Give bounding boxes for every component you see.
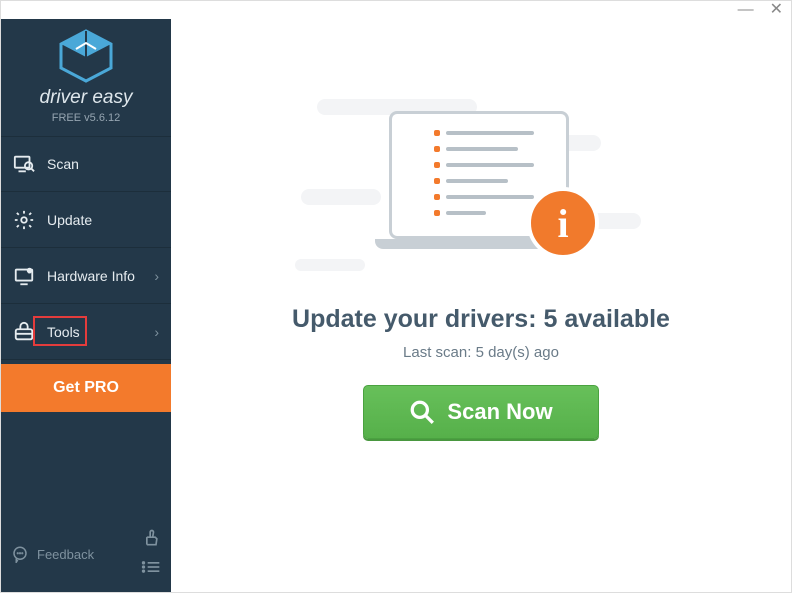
toolbox-icon: [13, 321, 35, 343]
logo-area: driver easy FREE v5.6.12: [1, 19, 171, 136]
speech-bubble-icon: [11, 545, 29, 563]
sidebar: driver easy FREE v5.6.12 Scan: [1, 19, 171, 592]
thumbs-up-icon[interactable]: [141, 528, 161, 553]
get-pro-button[interactable]: Get PRO: [1, 364, 171, 412]
main-content: i Update your drivers: 5 available Last …: [171, 19, 791, 592]
sidebar-nav: Scan Update i Hardware: [1, 136, 171, 412]
sidebar-item-label: Tools: [47, 324, 154, 340]
sidebar-item-tools[interactable]: Tools ›: [1, 304, 171, 360]
scan-now-button[interactable]: Scan Now: [363, 385, 599, 439]
feedback-button[interactable]: Feedback: [11, 545, 94, 563]
sidebar-item-label: Update: [47, 212, 159, 228]
sidebar-item-hardware-info[interactable]: i Hardware Info ›: [1, 248, 171, 304]
monitor-search-icon: [13, 153, 35, 175]
last-scan-label: Last scan: 5 day(s) ago: [403, 344, 559, 361]
list-icon[interactable]: [141, 559, 161, 580]
headline: Update your drivers: 5 available: [292, 305, 670, 334]
chevron-right-icon: ›: [154, 324, 159, 340]
illustration: i: [331, 79, 631, 279]
app-logo-icon: [56, 29, 116, 83]
sidebar-item-label: Scan: [47, 156, 159, 172]
search-icon: [409, 399, 435, 425]
sidebar-item-label: Hardware Info: [47, 268, 154, 284]
feedback-label: Feedback: [37, 547, 94, 562]
chevron-right-icon: ›: [154, 268, 159, 284]
app-container: driver easy FREE v5.6.12 Scan: [1, 19, 791, 592]
titlebar: — ✕: [1, 1, 791, 19]
gear-icon: [13, 209, 35, 231]
info-badge-icon: i: [527, 187, 599, 259]
hardware-info-icon: i: [13, 265, 35, 287]
scan-now-label: Scan Now: [447, 399, 552, 425]
sidebar-footer: Feedback: [1, 520, 171, 592]
brand-name: driver easy: [1, 87, 171, 109]
minimize-button[interactable]: —: [738, 2, 754, 18]
close-button[interactable]: ✕: [770, 2, 783, 18]
version-label: FREE v5.6.12: [1, 112, 171, 124]
sidebar-item-scan[interactable]: Scan: [1, 136, 171, 192]
sidebar-item-update[interactable]: Update: [1, 192, 171, 248]
get-pro-label: Get PRO: [53, 379, 119, 397]
svg-text:i: i: [29, 268, 30, 273]
